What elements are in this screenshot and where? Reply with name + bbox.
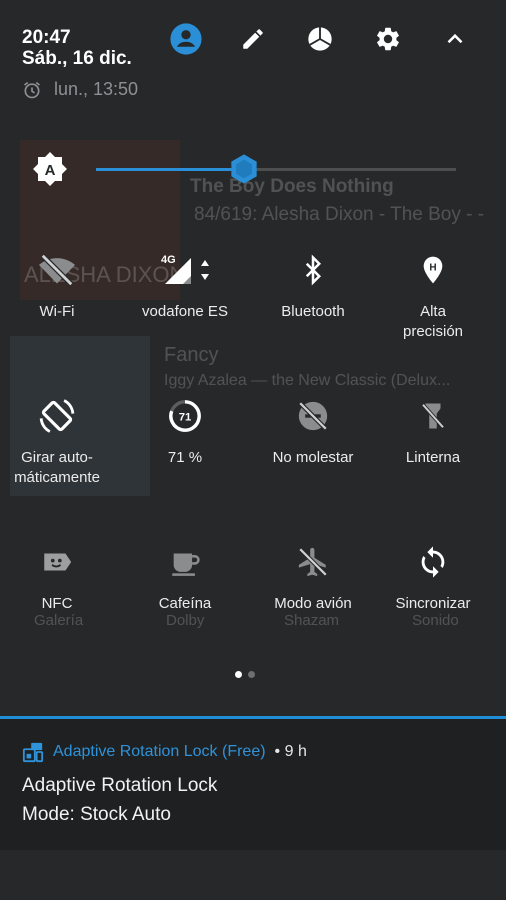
signal-4g-icon: 4G bbox=[161, 254, 209, 284]
alarm-clock-icon bbox=[24, 81, 40, 98]
data-usage-icon[interactable] bbox=[302, 21, 338, 57]
auto-rotate-icon bbox=[39, 399, 75, 433]
tile-flashlight[interactable]: Linterna bbox=[372, 396, 494, 468]
tile-label: Modo avión bbox=[274, 595, 352, 612]
airplane-icon bbox=[298, 547, 328, 577]
do-not-disturb-icon bbox=[298, 401, 328, 431]
auto-brightness-icon[interactable]: A bbox=[32, 151, 68, 187]
sync-icon bbox=[421, 546, 445, 578]
notification-app-name: Adaptive Rotation Lock (Free) bbox=[53, 743, 266, 760]
brightness-slider-thumb[interactable] bbox=[228, 153, 260, 185]
bg-app-galeria: Galería bbox=[34, 612, 84, 629]
brightness-slider-fill bbox=[96, 168, 244, 171]
tile-wifi[interactable]: Wi-Fi bbox=[0, 250, 118, 322]
tile-label: Sincronizar bbox=[395, 595, 471, 612]
bg-app-dolby: Dolby bbox=[166, 612, 205, 629]
location-icon: H bbox=[423, 256, 443, 284]
battery-icon: 71 bbox=[169, 400, 201, 432]
page-indicator bbox=[235, 671, 255, 678]
tile-label: vodafone ES bbox=[142, 303, 228, 320]
notification-header: Adaptive Rotation Lock (Free) • 9 h bbox=[22, 741, 307, 763]
signal-badge: 4G bbox=[161, 254, 176, 266]
tile-bluetooth[interactable]: Bluetooth bbox=[252, 250, 374, 322]
status-time: 20:47 bbox=[22, 27, 71, 48]
tile-location[interactable]: H Alta precisión bbox=[372, 250, 494, 342]
auto-brightness-label: A bbox=[45, 162, 56, 179]
bg-app-sonido: Sonido bbox=[412, 612, 459, 629]
account-icon[interactable] bbox=[168, 21, 204, 57]
notification-time: • 9 h bbox=[274, 743, 307, 760]
alarm-time: lun., 13:50 bbox=[54, 79, 139, 99]
rotation-lock-app-icon bbox=[22, 742, 44, 763]
tile-label: Girar auto- máticamente bbox=[14, 449, 100, 486]
tile-label: Alta precisión bbox=[402, 303, 464, 340]
bg-app-shazam: Shazam bbox=[284, 612, 340, 629]
flashlight-icon bbox=[421, 403, 445, 429]
brightness-slider[interactable] bbox=[96, 168, 456, 171]
notification-card[interactable]: Adaptive Rotation Lock (Free) • 9 h Adap… bbox=[0, 719, 506, 850]
notification-title: Adaptive Rotation Lock bbox=[22, 775, 218, 796]
svg-text:H: H bbox=[429, 263, 436, 274]
edit-icon[interactable] bbox=[235, 21, 271, 57]
tile-label: Wi-Fi bbox=[39, 303, 75, 320]
tile-caffeine[interactable]: Cafeína bbox=[124, 542, 246, 614]
tile-label: 71 % bbox=[167, 449, 203, 466]
tile-label: Bluetooth bbox=[281, 303, 345, 320]
tile-sync[interactable]: Sincronizar bbox=[372, 542, 494, 614]
bg-song-title: The Boy Does Nothing bbox=[190, 176, 394, 197]
shade-bottom bbox=[0, 850, 506, 900]
bg-song2-title: Fancy bbox=[164, 344, 219, 366]
tile-nfc[interactable]: NFC bbox=[0, 542, 118, 614]
notification-text: Mode: Stock Auto bbox=[22, 804, 171, 825]
status-date[interactable]: Sáb., 16 dic. bbox=[22, 48, 132, 70]
wifi-off-icon bbox=[38, 253, 76, 287]
page-dot[interactable] bbox=[248, 671, 255, 678]
bg-song-track: 84/619: Alesha Dixon - The Boy - - bbox=[194, 204, 485, 225]
tile-mobile-data[interactable]: 4G vodafone ES bbox=[124, 250, 246, 322]
nfc-icon bbox=[44, 553, 72, 571]
tile-label: No molestar bbox=[272, 449, 354, 466]
tile-airplane-mode[interactable]: Modo avión bbox=[252, 542, 374, 614]
collapse-icon[interactable] bbox=[437, 21, 473, 57]
tile-battery[interactable]: 71 71 % bbox=[124, 396, 246, 468]
next-alarm[interactable]: lun., 13:50 bbox=[22, 79, 138, 100]
tile-label: Linterna bbox=[405, 449, 461, 466]
tile-label: NFC bbox=[41, 595, 73, 612]
battery-badge: 71 bbox=[179, 411, 192, 423]
caffeine-icon bbox=[172, 553, 200, 576]
tile-auto-rotate[interactable]: Girar auto- máticamente bbox=[0, 396, 118, 488]
bg-song2-track: Iggy Azalea — the New Classic (Delux... bbox=[164, 372, 451, 389]
tile-do-not-disturb[interactable]: No molestar bbox=[252, 396, 374, 468]
bluetooth-icon bbox=[305, 254, 322, 286]
settings-icon[interactable] bbox=[370, 21, 406, 57]
tile-label: Cafeína bbox=[158, 595, 212, 612]
page-dot-active[interactable] bbox=[235, 671, 242, 678]
